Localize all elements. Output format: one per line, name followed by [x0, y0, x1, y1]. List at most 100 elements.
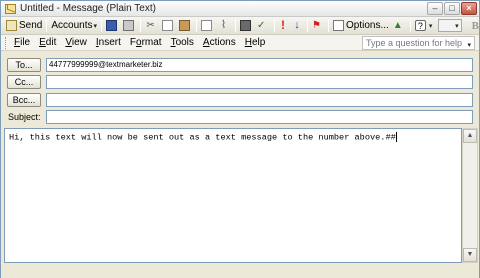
scissors-icon: ✂ — [146, 20, 155, 31]
menu-accel: H — [244, 37, 252, 48]
cc-button[interactable]: Cc... — [7, 75, 41, 89]
message-body-text: Hi, this text will now be sent out as a … — [9, 132, 396, 143]
accounts-button[interactable]: Accounts ▾ — [49, 18, 99, 34]
bcc-button[interactable]: Bcc... — [7, 93, 41, 107]
toolbar-separator — [328, 19, 330, 32]
options-label: Options... — [346, 20, 389, 31]
menu-rest: iew — [71, 37, 87, 48]
bottom-strip — [1, 263, 479, 278]
envelope-icon — [5, 3, 16, 14]
menu-file[interactable]: File — [14, 37, 30, 48]
print-button[interactable] — [121, 18, 138, 34]
toolbar-grip[interactable] — [5, 36, 8, 49]
vertical-scrollbar[interactable]: ▲ ▼ — [462, 128, 478, 263]
follow-up-flag-button[interactable]: ⚑ — [310, 18, 326, 34]
menu-format[interactable]: Format — [130, 37, 162, 48]
high-importance-button[interactable]: ! — [277, 18, 291, 34]
check-names-icon: ✓ — [257, 20, 266, 31]
message-window: Untitled - Message (Plain Text) – □ × Se… — [0, 0, 480, 278]
menu-rest: nsert — [98, 37, 121, 48]
title-bar: Untitled - Message (Plain Text) – □ × — [1, 1, 479, 17]
standard-toolbar: Send Accounts ▾ ✂ ⌇ ✓ ! ↓ ⚑ Options... ▲ — [1, 17, 479, 35]
window-title: Untitled - Message (Plain Text) — [20, 3, 156, 14]
chevron-down-icon: ▾ — [455, 23, 459, 30]
low-importance-button[interactable]: ↓ — [291, 18, 305, 34]
menu-rest: dit — [45, 37, 57, 48]
bold-button[interactable]: B — [472, 20, 479, 32]
to-row: To... — [7, 58, 41, 72]
menu-actions[interactable]: Actions — [203, 37, 236, 48]
close-button[interactable]: × — [461, 2, 477, 15]
message-header: To... 44777999999@textmarketer.biz Cc...… — [1, 51, 479, 129]
toolbar-separator — [409, 19, 411, 32]
restore-button[interactable]: □ — [444, 2, 460, 15]
send-label: Send — [19, 20, 43, 31]
chevron-down-icon: ▾ — [93, 22, 98, 30]
options-button[interactable]: Options... — [331, 18, 391, 34]
toolbar-separator — [274, 19, 276, 32]
subject-label: Subject: — [8, 112, 41, 122]
scroll-up-icon[interactable]: ▲ — [463, 129, 477, 143]
menu-help[interactable]: Help — [245, 37, 266, 48]
cc-field[interactable] — [46, 75, 473, 89]
toolbar-separator — [307, 19, 309, 32]
signature-button[interactable]: ▲ — [391, 18, 408, 34]
text-caret — [395, 132, 397, 142]
cut-button[interactable]: ✂ — [143, 18, 160, 34]
check-names-button[interactable]: ✓ — [255, 18, 272, 34]
to-button[interactable]: To... — [7, 58, 41, 72]
send-button[interactable]: Send — [4, 18, 44, 34]
signature-icon: ▲ — [392, 20, 403, 31]
document-icon — [201, 20, 213, 31]
exclamation-icon: ! — [281, 18, 286, 32]
menu-rest: ctions — [209, 37, 236, 48]
flag-icon: ⚑ — [312, 20, 321, 31]
clipboard-icon — [179, 20, 191, 31]
address-book-icon — [240, 20, 252, 31]
address-book-button[interactable] — [238, 18, 255, 34]
scroll-down-icon[interactable]: ▼ — [463, 248, 477, 262]
toolbar-separator — [196, 19, 198, 32]
message-body[interactable]: Hi, this text will now be sent out as a … — [4, 128, 462, 263]
subject-field[interactable] — [46, 110, 473, 124]
menu-accel: A — [202, 37, 210, 48]
options-icon — [333, 20, 345, 31]
toolbar-separator — [101, 19, 103, 32]
menu-rest: ile — [20, 37, 31, 48]
toolbar-separator — [46, 19, 48, 32]
chevron-down-icon: ▾ — [428, 22, 433, 30]
help-placeholder: Type a question for help — [366, 38, 463, 48]
copy-icon — [162, 20, 174, 31]
send-icon — [6, 20, 17, 31]
help-question-input[interactable]: Type a question for help ▾ — [362, 36, 475, 50]
menu-bar: File Edit View Insert Format Tools Actio… — [1, 35, 479, 51]
menu-accel: E — [39, 37, 46, 48]
subject-row: Subject: — [7, 110, 41, 124]
paste-button[interactable] — [177, 18, 194, 34]
bcc-field[interactable] — [46, 93, 473, 107]
menu-rest: elp — [251, 37, 266, 48]
font-size-combo[interactable]: ▾ — [438, 19, 462, 32]
save-button[interactable] — [104, 18, 121, 34]
menu-rest: rmat — [141, 37, 162, 48]
menu-insert[interactable]: Insert — [96, 37, 121, 48]
copy-button[interactable] — [160, 18, 177, 34]
menu-rest: ools — [175, 37, 194, 48]
menu-view[interactable]: View — [65, 37, 87, 48]
menu-tools[interactable]: Tools — [171, 37, 194, 48]
to-field[interactable]: 44777999999@textmarketer.biz — [46, 58, 473, 72]
paperclip-icon: ⌇ — [220, 19, 227, 31]
toolbar-separator — [140, 19, 142, 32]
insert-file-button[interactable] — [199, 18, 216, 34]
toolbar-separator — [235, 19, 237, 32]
cc-row: Cc... — [7, 75, 41, 89]
down-arrow-icon: ↓ — [294, 19, 300, 31]
attach-button[interactable]: ⌇ — [216, 18, 233, 34]
window-controls: – □ × — [427, 2, 477, 15]
help-button[interactable]: ? ▾ — [413, 18, 435, 34]
accounts-label: Accounts — [51, 20, 93, 31]
printer-icon — [123, 20, 135, 31]
minimize-button[interactable]: – — [427, 2, 443, 15]
bcc-row: Bcc... — [7, 93, 41, 107]
menu-edit[interactable]: Edit — [39, 37, 56, 48]
